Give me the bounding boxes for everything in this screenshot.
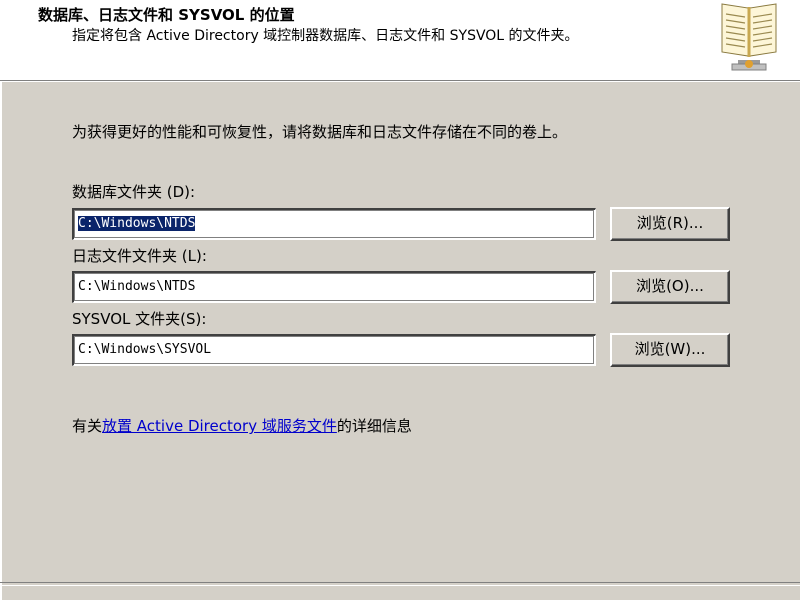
log-folder-input[interactable]: C:\Windows\NTDS xyxy=(72,271,596,303)
database-folder-label: 数据库文件夹 (D): xyxy=(72,183,196,201)
sysvol-folder-value: C:\Windows\SYSVOL xyxy=(78,342,212,357)
footer-separator xyxy=(0,582,800,586)
wizard-body: 为获得更好的性能和可恢复性，请将数据库和日志文件存储在不同的卷上。 数据库文件夹… xyxy=(0,81,800,581)
database-folder-value: C:\Windows\NTDS xyxy=(76,215,197,232)
more-info-link[interactable]: 放置 Active Directory 域服务文件 xyxy=(102,417,337,435)
browse-database-button[interactable]: 浏览(R)... xyxy=(610,207,730,241)
sysvol-folder-input[interactable]: C:\Windows\SYSVOL xyxy=(72,334,596,366)
sysvol-folder-label: SYSVOL 文件夹(S): xyxy=(72,310,207,328)
more-info-line: 有关放置 Active Directory 域服务文件的详细信息 xyxy=(72,415,412,436)
wizard-header: 数据库、日志文件和 SYSVOL 的位置 指定将包含 Active Direct… xyxy=(0,0,800,81)
more-info-suffix: 的详细信息 xyxy=(336,417,412,435)
browse-log-button[interactable]: 浏览(O)... xyxy=(610,270,730,304)
book-icon xyxy=(721,3,777,71)
more-info-prefix: 有关 xyxy=(72,417,103,435)
log-folder-label: 日志文件文件夹 (L): xyxy=(72,247,207,265)
page-title: 数据库、日志文件和 SYSVOL 的位置 xyxy=(38,6,295,24)
log-folder-value: C:\Windows\NTDS xyxy=(78,279,196,294)
page-subtitle: 指定将包含 Active Directory 域控制器数据库、日志文件和 SYS… xyxy=(72,28,579,44)
database-folder-input[interactable]: C:\Windows\NTDS xyxy=(72,208,596,240)
browse-sysvol-button[interactable]: 浏览(W)... xyxy=(610,333,730,367)
instruction-text: 为获得更好的性能和可恢复性，请将数据库和日志文件存储在不同的卷上。 xyxy=(72,123,568,141)
